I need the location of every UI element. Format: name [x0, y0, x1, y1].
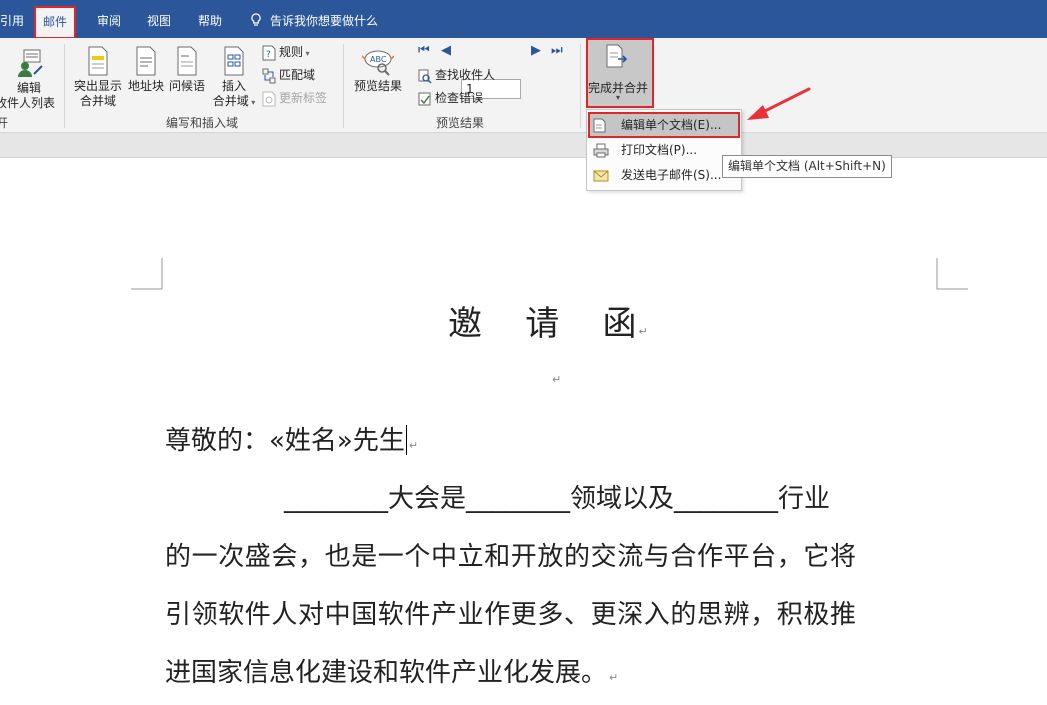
menu-item-label: 编辑单个文档(E)... [621, 118, 722, 132]
salutation-line: 尊敬的：«姓名»先生 ↵ [165, 420, 418, 457]
match-fields-label: 匹配域 [279, 68, 316, 82]
rules-button[interactable]: ? 规则 ▾ [262, 43, 310, 61]
doc-title: 邀 请 函 ↵ [448, 296, 648, 345]
printer-icon [593, 143, 609, 158]
find-recipient-button[interactable]: 查找收件人 [418, 66, 495, 84]
previous-record-icon[interactable]: ◀ [441, 43, 451, 58]
empty-paragraph: ↵ [550, 373, 561, 386]
update-labels-label: 更新标签 [279, 91, 328, 105]
update-labels-button[interactable]: 更新标签 [262, 89, 327, 107]
greeting-line-button[interactable]: 问候语 [167, 46, 207, 94]
finish-merge-menu: 编辑单个文档(E)... 打印文档(P)... 发送电子邮件(S)... [586, 109, 742, 191]
rules-icon: ? [262, 45, 276, 60]
lightbulb-icon [251, 13, 261, 26]
svg-text:?: ? [266, 50, 271, 60]
body-line-3: 引领软件人对中国软件产业作更多、更深入的思辨，积极推 [165, 600, 857, 630]
menu-item-label: 发送电子邮件(S)... [621, 168, 722, 182]
greeting-line-label: 问候语 [168, 79, 205, 93]
check-errors-label: 检查错误 [435, 91, 484, 105]
text-cursor [405, 425, 407, 455]
start-group-label: 开 [0, 116, 9, 130]
update-labels-icon [262, 91, 276, 106]
preview-results-label: 预览结果 [353, 79, 402, 93]
ribbon-separator [343, 44, 344, 128]
svg-text:ABC: ABC [370, 55, 387, 64]
find-recipient-label: 查找收件人 [435, 68, 496, 82]
paragraph-mark: ↵ [638, 325, 648, 338]
paragraph-mark: ↵ [552, 373, 562, 386]
finish-merge-icon [606, 44, 628, 68]
highlight-line2: 合并域 [79, 94, 116, 108]
match-fields-icon [262, 68, 276, 83]
menu-item-label: 打印文档(P)... [621, 143, 698, 157]
tab-references[interactable]: 引用 [0, 0, 24, 38]
highlight-fields-icon [88, 46, 108, 76]
paragraph-mark: ↵ [609, 671, 619, 684]
check-errors-button[interactable]: 检查错误 [418, 89, 483, 107]
body-line-4: 进国家信息化建设和软件产业化发展。 ↵ [165, 652, 618, 689]
address-block-label: 地址块 [127, 79, 164, 93]
check-errors-icon [418, 92, 431, 105]
highlight-line1: 突出显示 [73, 79, 122, 93]
annotation-arrow-icon [747, 87, 811, 120]
highlight-merge-fields-button[interactable]: 突出显示 合并域 [72, 46, 124, 109]
group-label-preview: 预览结果 [436, 116, 485, 130]
menu-item-send-email[interactable]: 发送电子邮件(S)... [589, 163, 739, 187]
tab-help[interactable]: 帮助 [198, 0, 222, 38]
first-record-icon[interactable]: ⏮ [418, 43, 430, 58]
finish-and-merge-button[interactable]: 完成并合并 ▾ [586, 38, 654, 108]
preview-results-button[interactable]: ABC 预览结果 [350, 48, 406, 94]
greeting-line-icon [177, 46, 197, 76]
ribbon-tab-bar: 引用 邮件 审阅 视图 帮助 告诉我你想要做什么 [0, 0, 1047, 39]
edit-document-icon [593, 118, 606, 133]
document-page[interactable]: 邀 请 函 ↵ ↵ 尊敬的：«姓名»先生 ↵ ________大会是________… [0, 158, 1047, 705]
insert-field-line1: 插入 [221, 79, 246, 93]
last-record-icon[interactable]: ⏭ [551, 43, 563, 58]
ribbon-separator [580, 44, 581, 128]
ribbon-separator [64, 44, 65, 128]
email-icon [593, 170, 609, 182]
salutation-text: 尊敬的：«姓名»先生 [165, 426, 405, 456]
edit-recipient-list-button[interactable]: 编辑 收件人列表 [0, 48, 58, 111]
edit-recipients-line1: 编辑 [16, 81, 41, 95]
rules-label: 规则 [279, 45, 304, 59]
body-line-4-text: 进国家信息化建设和软件产业化发展。 [165, 658, 608, 688]
shortcut-tooltip: 编辑单个文档 (Alt+Shift+N) [722, 155, 892, 178]
tab-mailings[interactable]: 邮件 [33, 6, 77, 39]
margin-corner-mark [936, 258, 968, 290]
next-record-icon[interactable]: ▶ [531, 43, 541, 58]
address-block-icon [136, 46, 156, 76]
insert-merge-field-button[interactable]: 插入 合并域 ▾ [209, 46, 259, 110]
chevron-down-icon: ▾ [303, 49, 310, 58]
body-line-2: 的一次盛会，也是一个中立和开放的交流与合作平台，它将 [165, 542, 857, 572]
tell-me-text: 告诉我你想要做什么 [270, 14, 379, 28]
chevron-down-icon: ▾ [616, 93, 621, 102]
chevron-down-icon: ▾ [248, 98, 256, 107]
match-fields-button[interactable]: 匹配域 [262, 66, 315, 84]
tab-view[interactable]: 视图 [147, 0, 171, 38]
menu-item-edit-individual[interactable]: 编辑单个文档(E)... [588, 112, 740, 138]
mailings-ribbon: 编辑 收件人列表 开 突出显示 合并域 地址块 问候语 插入 合并域 ▾ ? 规则… [0, 38, 1047, 133]
insert-field-icon [224, 46, 244, 76]
body-line-1: ________大会是________领域以及________行业 [284, 484, 831, 514]
tab-review[interactable]: 审阅 [97, 0, 121, 38]
recipient-list-icon [18, 49, 43, 77]
insert-field-line2: 合并域 [212, 94, 249, 108]
address-block-button[interactable]: 地址块 [126, 46, 166, 94]
doc-title-text: 邀 请 函 [448, 304, 637, 344]
edit-recipients-line2: 收件人列表 [0, 96, 55, 110]
preview-results-icon: ABC [362, 50, 394, 76]
group-label-write-insert: 编写和插入域 [166, 116, 239, 130]
margin-corner-mark [131, 258, 163, 290]
paragraph-mark: ↵ [408, 439, 419, 452]
find-recipient-icon [418, 69, 432, 84]
tell-me-box[interactable]: 告诉我你想要做什么 [250, 0, 378, 38]
menu-item-print[interactable]: 打印文档(P)... [589, 138, 739, 162]
